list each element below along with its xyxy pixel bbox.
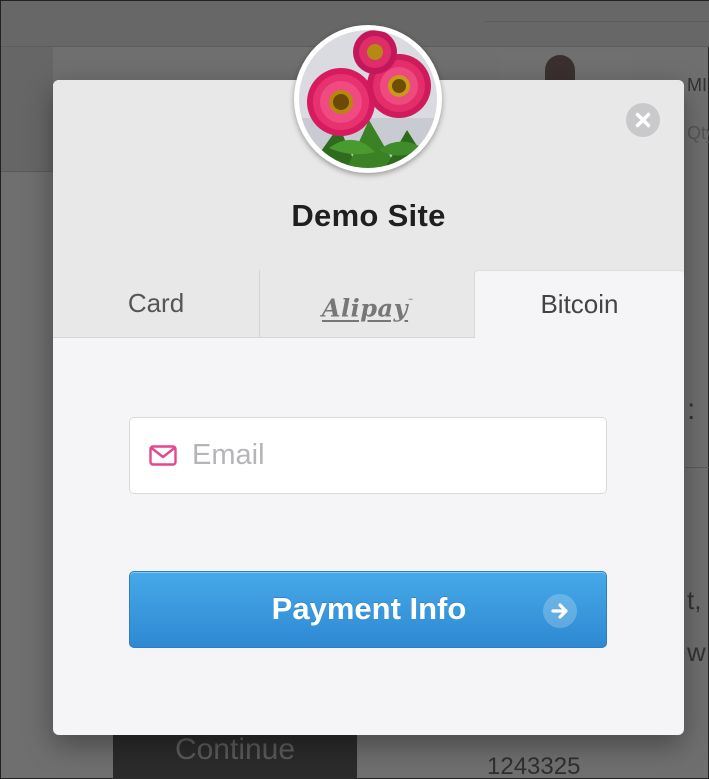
background-continue-button: Continue	[113, 735, 357, 779]
background-text-fragment: t,	[687, 585, 702, 615]
background-reference-number: 1243325	[487, 753, 581, 779]
background-divider	[485, 21, 709, 22]
alipay-mark-icon: ˜	[408, 296, 413, 310]
background-text-fragment: w	[687, 637, 706, 667]
close-button[interactable]	[626, 103, 660, 137]
tab-bitcoin[interactable]: Bitcoin	[474, 270, 684, 338]
flower-logo-icon	[299, 30, 437, 168]
background-text-fragment: :	[687, 393, 696, 426]
tab-alipay[interactable]: Alipay˜	[259, 270, 474, 338]
mail-icon	[149, 445, 177, 466]
email-field[interactable]	[129, 417, 607, 494]
alipay-logo: Alipay	[321, 293, 409, 323]
background-qty-label: Qty	[687, 123, 709, 143]
payment-info-button[interactable]: Payment Info	[129, 571, 607, 648]
site-avatar	[294, 25, 442, 173]
payment-method-tabs: Card Alipay˜ Bitcoin	[53, 270, 684, 338]
tab-card-label: Card	[127, 288, 185, 318]
background-product-name: MI	[687, 75, 707, 95]
site-title: Demo Site	[291, 198, 446, 233]
close-icon	[635, 112, 651, 128]
tab-bitcoin-label: Bitcoin	[540, 289, 619, 319]
arrow-right-icon	[543, 594, 577, 628]
payment-info-label: Payment Info	[271, 591, 467, 626]
tab-card[interactable]: Card	[53, 270, 259, 338]
email-input[interactable]	[192, 418, 592, 493]
payment-modal: Demo Site Card Alipay˜ Bitcoin Payment I…	[53, 80, 684, 735]
background-sidebar	[1, 47, 53, 172]
background-divider	[685, 467, 709, 468]
